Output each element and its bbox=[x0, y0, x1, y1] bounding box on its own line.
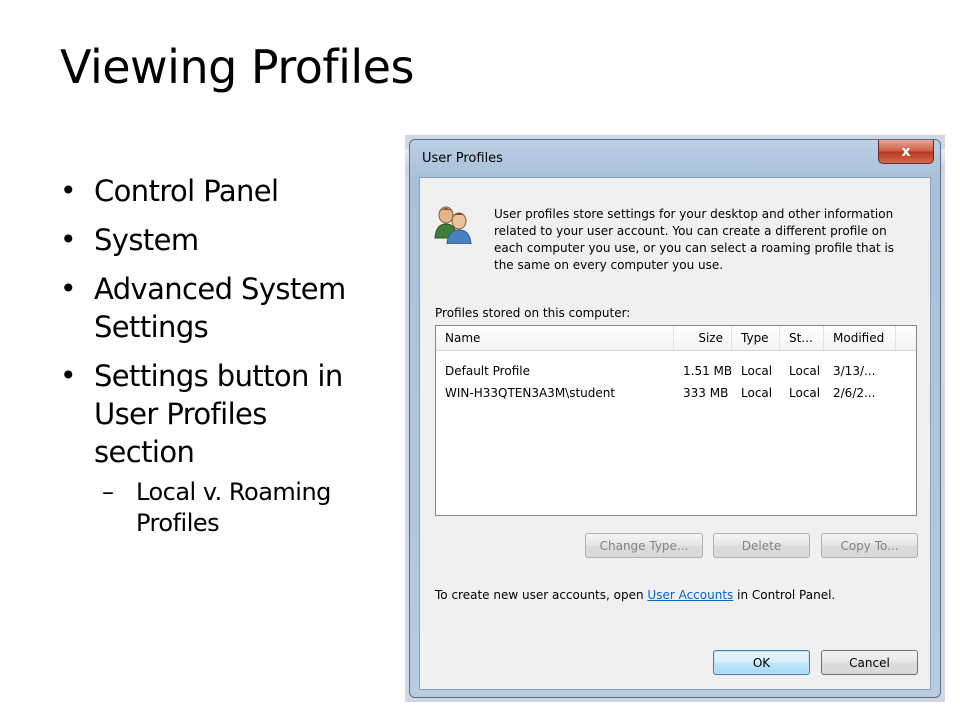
dialog-client-area: User profiles store settings for your de… bbox=[419, 177, 931, 690]
dialog-screenshot: User Profiles x User profiles store sett… bbox=[405, 135, 945, 702]
footer-text-after: in Control Panel. bbox=[733, 588, 836, 602]
list-header: Name Size Type St... Modified bbox=[436, 326, 916, 351]
column-header-modified[interactable]: Modified bbox=[824, 326, 896, 350]
table-row[interactable]: Default Profile 1.51 MB Local Local 3/13… bbox=[436, 360, 916, 382]
cell-name: Default Profile bbox=[445, 364, 530, 378]
user-profiles-dialog: User Profiles x User profiles store sett… bbox=[409, 139, 941, 698]
cancel-button[interactable]: Cancel bbox=[821, 650, 918, 675]
cell-status: Local bbox=[789, 364, 821, 378]
bullet-system: System bbox=[60, 221, 360, 259]
bullet-settings-button-text: Settings button in User Profiles section bbox=[94, 359, 343, 469]
close-button[interactable]: x bbox=[878, 140, 934, 164]
close-icon: x bbox=[901, 143, 911, 160]
column-header-status[interactable]: St... bbox=[780, 326, 824, 350]
cell-modified: 3/13/... bbox=[833, 364, 876, 378]
sub-bullet-list: Local v. Roaming Profiles bbox=[102, 477, 360, 539]
cell-modified: 2/6/2... bbox=[833, 386, 876, 400]
dialog-title: User Profiles bbox=[422, 151, 503, 166]
cell-name: WIN-H33QTEN3A3M\student bbox=[445, 386, 616, 400]
delete-button[interactable]: Delete bbox=[713, 533, 810, 558]
bullet-control-panel: Control Panel bbox=[60, 172, 360, 210]
table-row[interactable]: WIN-H33QTEN3A3M\student 333 MB Local Loc… bbox=[436, 382, 916, 404]
footer-text-before: To create new user accounts, open bbox=[435, 588, 648, 602]
cell-size: 333 MB bbox=[683, 386, 729, 400]
cell-type: Local bbox=[741, 364, 773, 378]
user-accounts-link[interactable]: User Accounts bbox=[647, 588, 733, 602]
bullet-advanced-system-settings: Advanced System Settings bbox=[60, 270, 360, 346]
column-header-type[interactable]: Type bbox=[732, 326, 780, 350]
slide-title: Viewing Profiles bbox=[60, 40, 414, 94]
copy-to-button[interactable]: Copy To... bbox=[821, 533, 918, 558]
column-header-size[interactable]: Size bbox=[674, 326, 732, 350]
bullet-list: Control Panel System Advanced System Set… bbox=[60, 172, 360, 550]
cell-size: 1.51 MB bbox=[683, 364, 732, 378]
dialog-titlebar[interactable]: User Profiles x bbox=[410, 140, 940, 176]
users-icon bbox=[434, 206, 472, 244]
profiles-list[interactable]: Name Size Type St... Modified Default Pr… bbox=[435, 325, 917, 516]
cell-status: Local bbox=[789, 386, 821, 400]
change-type-button[interactable]: Change Type... bbox=[585, 533, 703, 558]
ok-button[interactable]: OK bbox=[713, 650, 810, 675]
profiles-stored-label: Profiles stored on this computer: bbox=[435, 306, 631, 320]
bullet-settings-button: Settings button in User Profiles section… bbox=[60, 357, 360, 539]
info-text: User profiles store settings for your de… bbox=[494, 207, 895, 272]
cell-type: Local bbox=[741, 386, 773, 400]
footer-text: To create new user accounts, open User A… bbox=[435, 588, 835, 602]
sub-bullet-local-roaming: Local v. Roaming Profiles bbox=[102, 477, 360, 539]
column-header-name[interactable]: Name bbox=[436, 326, 674, 350]
